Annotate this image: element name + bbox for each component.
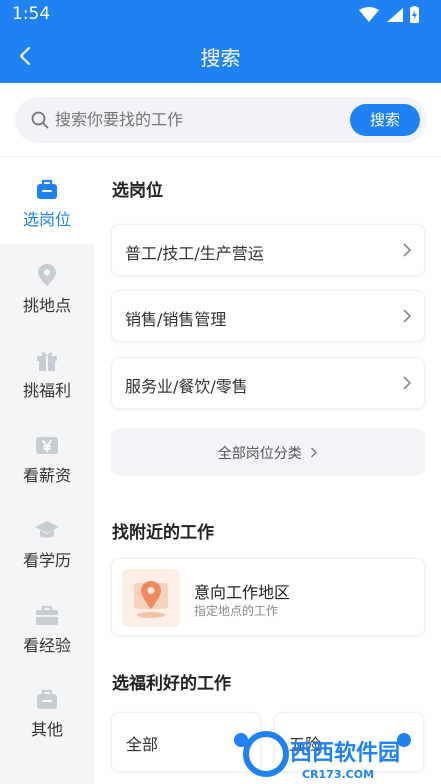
- section-title-nearby: 找附近的工作: [112, 523, 214, 543]
- category-label: 普工/技工/生产营运: [125, 244, 264, 263]
- sidebar-item-jobs[interactable]: 选岗位: [0, 158, 94, 244]
- signal-icon: [387, 8, 403, 22]
- nearby-card-title: 意向工作地区: [194, 583, 291, 602]
- all-categories-button[interactable]: 全部岗位分类: [111, 428, 425, 476]
- map-pin-icon: [134, 581, 168, 618]
- bag-icon: [37, 689, 57, 709]
- nearby-work-card[interactable]: 意向工作地区 指定地点的工作: [111, 558, 425, 636]
- chevron-right-icon: [403, 376, 412, 390]
- category-item[interactable]: 销售/销售管理: [111, 290, 425, 342]
- section-title-jobs: 选岗位: [112, 181, 163, 201]
- category-label: 服务业/餐饮/零售: [125, 377, 248, 396]
- toolbox-icon: [36, 605, 58, 625]
- sidebar-item-location[interactable]: 挑地点: [0, 244, 94, 330]
- sidebar-item-education[interactable]: 看学历: [0, 499, 94, 585]
- page-title: 搜索: [200, 46, 241, 70]
- sidebar-item-benefits[interactable]: 挑福利: [0, 329, 94, 415]
- yen-icon: [36, 437, 58, 454]
- category-label: 销售/销售管理: [125, 310, 227, 329]
- briefcase-icon: [37, 179, 57, 199]
- chevron-right-icon: [403, 309, 412, 323]
- battery-icon: [410, 6, 419, 23]
- search-bar: 搜索: [0, 83, 441, 157]
- sidebar-item-label: 其他: [30, 720, 63, 739]
- all-categories-label: 全部岗位分类: [111, 443, 425, 463]
- sidebar-item-label: 看薪资: [22, 466, 71, 485]
- all-categories-text: 全部岗位分类: [217, 446, 302, 462]
- category-item[interactable]: 服务业/餐饮/零售: [111, 357, 425, 409]
- sidebar-item-label: 看经验: [22, 636, 71, 655]
- search-button[interactable]: 搜索: [350, 104, 420, 136]
- location-pin-icon: [38, 264, 56, 286]
- sidebar-item-label: 挑福利: [22, 381, 71, 400]
- app-header: 1:54 搜索: [0, 0, 441, 83]
- category-sidebar: 选岗位 挑地点 挑福利 看薪资 看学历 看经验 其他: [0, 158, 94, 784]
- chevron-right-icon: [403, 243, 412, 257]
- status-time: 1:54: [12, 4, 51, 24]
- wifi-icon: [359, 7, 379, 22]
- sidebar-item-other[interactable]: 其他: [0, 668, 94, 754]
- sidebar-item-label: 看学历: [22, 551, 71, 570]
- sidebar-item-salary[interactable]: 看薪资: [0, 414, 94, 500]
- category-item[interactable]: 普工/技工/生产营运: [111, 224, 425, 276]
- watermark-url: CR173.COM: [302, 768, 374, 781]
- content-panel: 选岗位 普工/技工/生产营运 销售/销售管理 服务业/餐饮/零售 全部岗位分类 …: [94, 158, 441, 784]
- sidebar-item-label: 挑地点: [22, 296, 71, 315]
- graduation-cap-icon: [35, 521, 59, 538]
- gift-icon: [37, 352, 57, 371]
- watermark-text: 西西软件园: [290, 740, 400, 766]
- search-input[interactable]: [55, 97, 345, 143]
- sidebar-item-label: 选岗位: [22, 210, 71, 229]
- benefit-item[interactable]: 全部: [111, 712, 261, 772]
- status-icons: [359, 6, 419, 23]
- location-illustration: [122, 569, 180, 627]
- nearby-card-subtitle: 指定地点的工作: [194, 604, 279, 618]
- search-box: 搜索: [15, 97, 427, 143]
- benefit-label: 全部: [126, 735, 159, 754]
- watermark-logo: 西西软件园 CR173.COM: [243, 731, 400, 781]
- search-icon: [31, 111, 49, 129]
- section-title-benefits: 选福利好的工作: [112, 674, 231, 694]
- sidebar-item-experience[interactable]: 看经验: [0, 584, 94, 670]
- chevron-right-icon: [311, 447, 318, 458]
